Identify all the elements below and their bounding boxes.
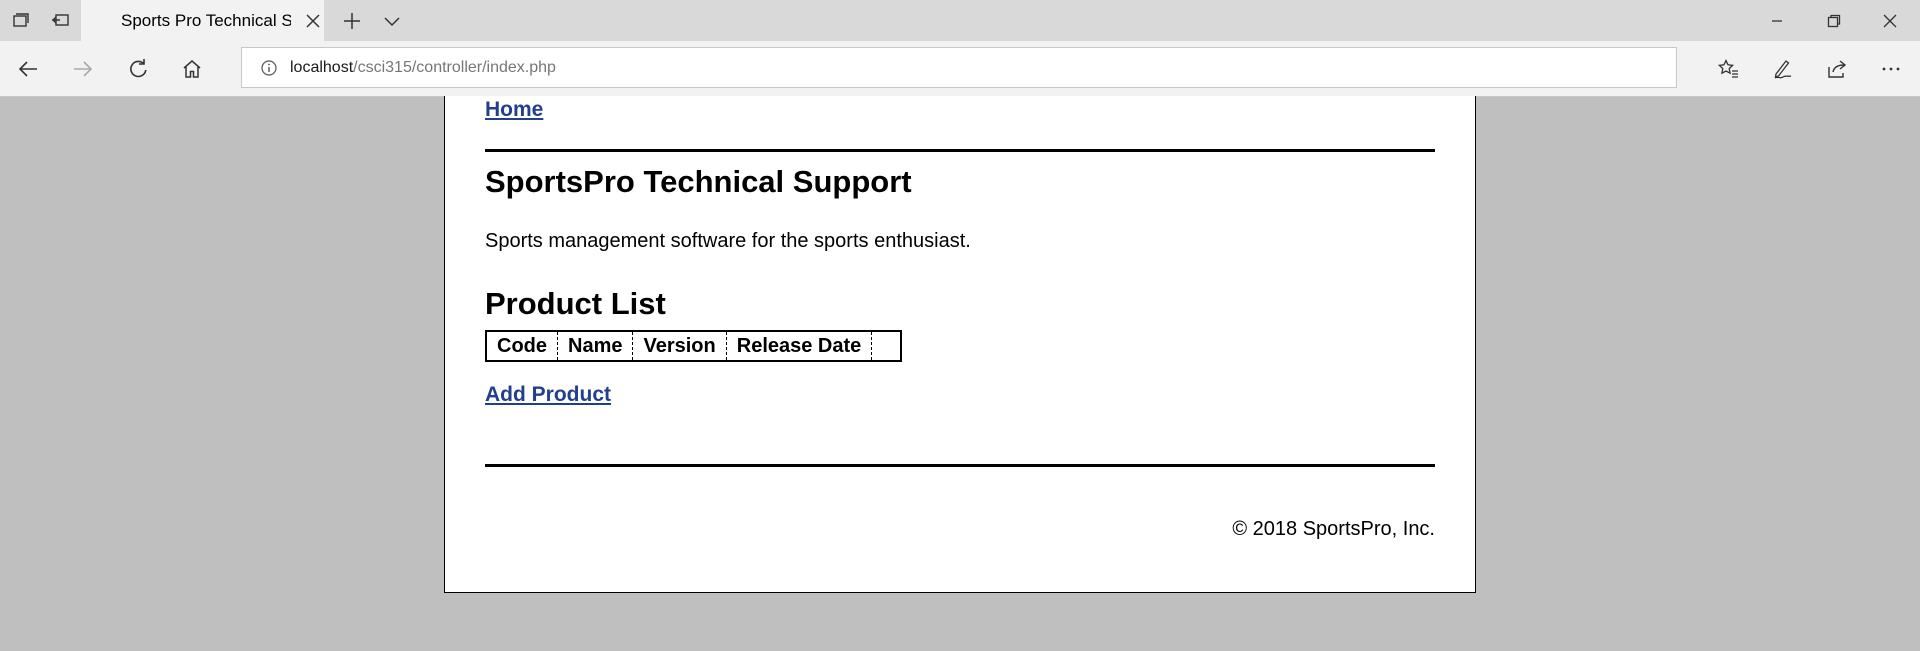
address-bar[interactable]: localhost/csci315/controller/index.php bbox=[241, 47, 1677, 88]
column-header-version: Version bbox=[632, 331, 727, 361]
info-icon[interactable] bbox=[259, 58, 279, 78]
address-host: localhost bbox=[290, 59, 354, 76]
tab-active[interactable]: Sports Pro Technical Support bbox=[81, 0, 324, 41]
column-header-name: Name bbox=[557, 331, 634, 361]
back-arrow-icon[interactable] bbox=[13, 54, 43, 84]
restore-icon[interactable] bbox=[1821, 8, 1847, 34]
tab-close-icon[interactable] bbox=[303, 11, 323, 31]
site-title: SportsPro Technical Support bbox=[485, 164, 912, 199]
forward-arrow-icon[interactable] bbox=[68, 54, 98, 84]
tabs-aside-icon[interactable] bbox=[7, 7, 33, 33]
address-path: /csci315/controller/index.php bbox=[353, 59, 556, 76]
new-tab-icon[interactable] bbox=[339, 8, 365, 34]
navigation-bar: localhost/csci315/controller/index.php bbox=[0, 41, 1920, 97]
address-text: localhost/csci315/controller/index.php bbox=[290, 59, 556, 77]
home-link[interactable]: Home bbox=[485, 98, 543, 122]
column-header-code: Code bbox=[486, 331, 558, 361]
refresh-icon[interactable] bbox=[123, 54, 153, 84]
tab-bar: Sports Pro Technical Support bbox=[0, 0, 1920, 41]
add-product-link[interactable]: Add Product bbox=[485, 383, 611, 407]
table-header-row: Code Name Version Release Date bbox=[486, 331, 901, 361]
share-icon[interactable] bbox=[1822, 54, 1852, 84]
tagline: Sports management software for the sport… bbox=[485, 230, 971, 252]
home-icon[interactable] bbox=[177, 54, 207, 84]
page-content: Home SportsPro Technical Support Sports … bbox=[444, 96, 1476, 593]
tab-title: Sports Pro Technical Support bbox=[121, 11, 291, 30]
column-header-release-date: Release Date bbox=[726, 331, 873, 361]
chevron-down-icon[interactable] bbox=[379, 8, 405, 34]
product-table: Code Name Version Release Date bbox=[485, 330, 903, 362]
favorites-icon[interactable] bbox=[1713, 54, 1743, 84]
column-header-actions bbox=[872, 331, 902, 361]
product-list-heading: Product List bbox=[485, 286, 666, 321]
notes-pen-icon[interactable] bbox=[1768, 54, 1798, 84]
tab-restore-icon[interactable] bbox=[47, 7, 73, 33]
minimize-icon[interactable] bbox=[1764, 8, 1790, 34]
close-icon[interactable] bbox=[1877, 8, 1903, 34]
copyright: © 2018 SportsPro, Inc. bbox=[1232, 518, 1435, 540]
footer-divider bbox=[485, 464, 1435, 467]
more-icon[interactable] bbox=[1876, 54, 1906, 84]
header-divider bbox=[485, 149, 1435, 152]
